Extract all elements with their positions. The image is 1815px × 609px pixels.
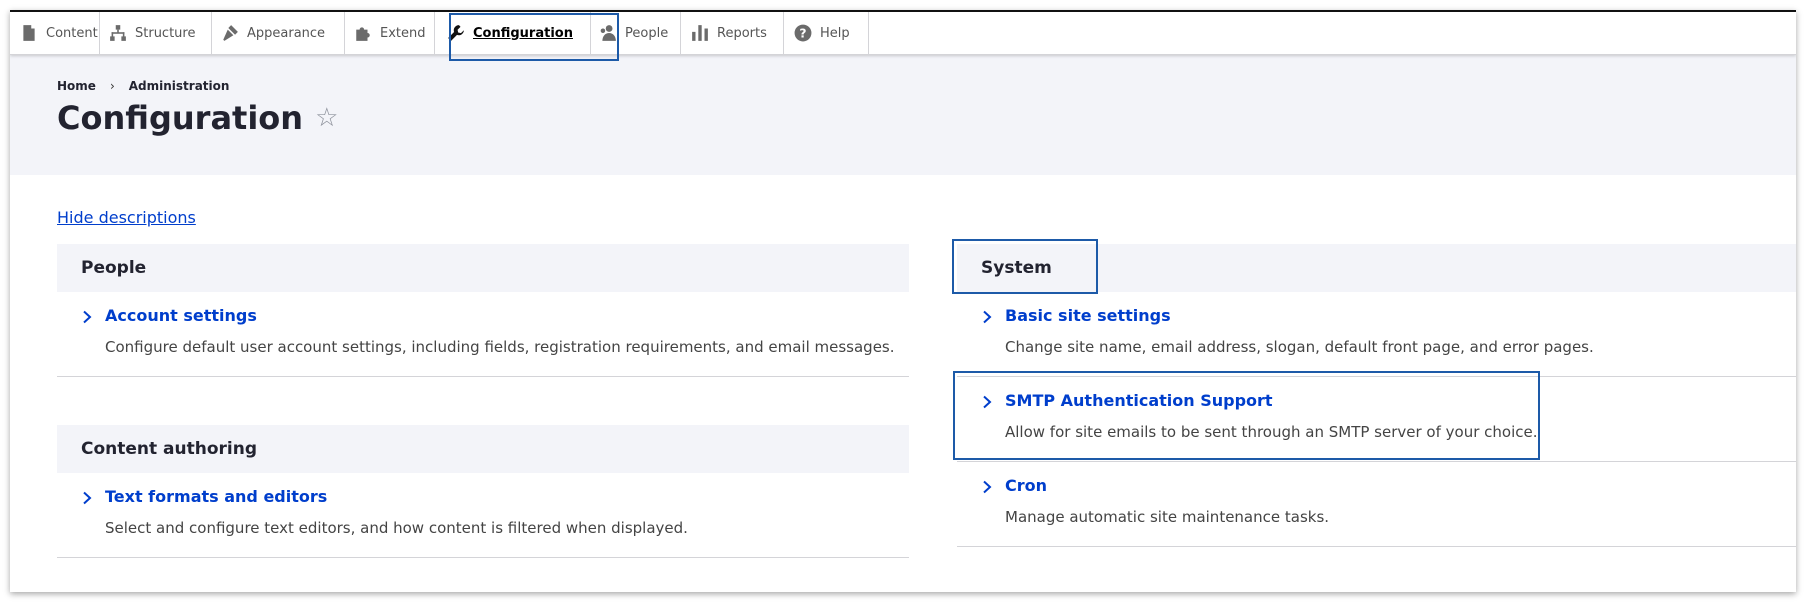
list-item: Account settings Configure default user … [57,292,909,377]
panel-people-title: People [57,244,909,292]
tab-configuration[interactable]: Configuration [435,12,591,54]
tab-reports[interactable]: Reports [681,12,784,54]
page-header: Home › Administration Configuration ☆ [10,55,1796,175]
tab-help[interactable]: ? Help [784,12,869,54]
structure-icon [109,24,127,42]
smtp-authentication-link[interactable]: SMTP Authentication Support [1005,391,1273,410]
tab-label: Extend [380,25,426,41]
chevron-right-icon [981,394,993,409]
tab-structure[interactable]: Structure [100,12,212,54]
text-formats-link[interactable]: Text formats and editors [105,487,327,506]
tab-label: Content [46,25,98,41]
chevron-right-icon [81,309,93,324]
tab-label: Reports [717,25,767,41]
page-title: Configuration [57,99,304,137]
star-icon[interactable]: ☆ [315,103,338,133]
item-description: Change site name, email address, slogan,… [1005,338,1594,356]
hide-descriptions-link[interactable]: Hide descriptions [57,208,196,227]
panel-title: System [981,258,1052,278]
chevron-right-icon [81,490,93,505]
list-item: Cron Manage automatic site maintenance t… [957,462,1796,547]
tab-extend[interactable]: Extend [345,12,435,54]
extend-icon [354,24,372,42]
item-description: Select and configure text editors, and h… [105,519,688,537]
svg-text:?: ? [799,27,806,41]
tab-label: People [625,25,669,41]
panel-title: People [81,258,147,278]
cron-link[interactable]: Cron [1005,476,1047,495]
tab-label: Appearance [247,25,326,41]
reports-icon [691,24,709,42]
content-icon [20,24,38,42]
breadcrumb-home-link[interactable]: Home [57,79,96,93]
basic-site-settings-link[interactable]: Basic site settings [1005,306,1171,325]
help-icon: ? [794,24,812,42]
item-description: Allow for site emails to be sent through… [1005,423,1538,441]
wrench-icon [447,24,465,42]
account-settings-link[interactable]: Account settings [105,306,257,325]
page-title-wrap: Configuration ☆ [57,99,338,137]
item-description: Manage automatic site maintenance tasks. [1005,508,1330,526]
breadcrumb-administration-link[interactable]: Administration [129,79,230,93]
panel-system-title: System [957,244,1796,292]
chevron-right-icon [981,479,993,494]
list-item: Basic site settings Change site name, em… [957,292,1796,377]
browser-viewport: Content Structure Appearance Extend Conf… [10,10,1796,592]
tab-label: Structure [135,25,196,41]
people-icon [599,24,617,42]
breadcrumb-separator: › [109,79,115,93]
tab-content[interactable]: Content [10,12,100,54]
panel-content-authoring-title: Content authoring [57,425,909,473]
tab-people[interactable]: People [591,12,681,54]
list-item: SMTP Authentication Support Allow for si… [957,377,1796,462]
panel-title: Content authoring [81,439,258,459]
tab-label: Configuration [473,25,573,41]
chevron-right-icon [981,309,993,324]
appearance-icon [221,24,239,42]
breadcrumb: Home › Administration [57,79,229,93]
item-description: Configure default user account settings,… [105,338,895,356]
admin-toolbar: Content Structure Appearance Extend Conf… [10,12,1796,55]
list-item: Text formats and editors Select and conf… [57,473,909,558]
tab-label: Help [820,25,850,41]
tab-appearance[interactable]: Appearance [212,12,345,54]
